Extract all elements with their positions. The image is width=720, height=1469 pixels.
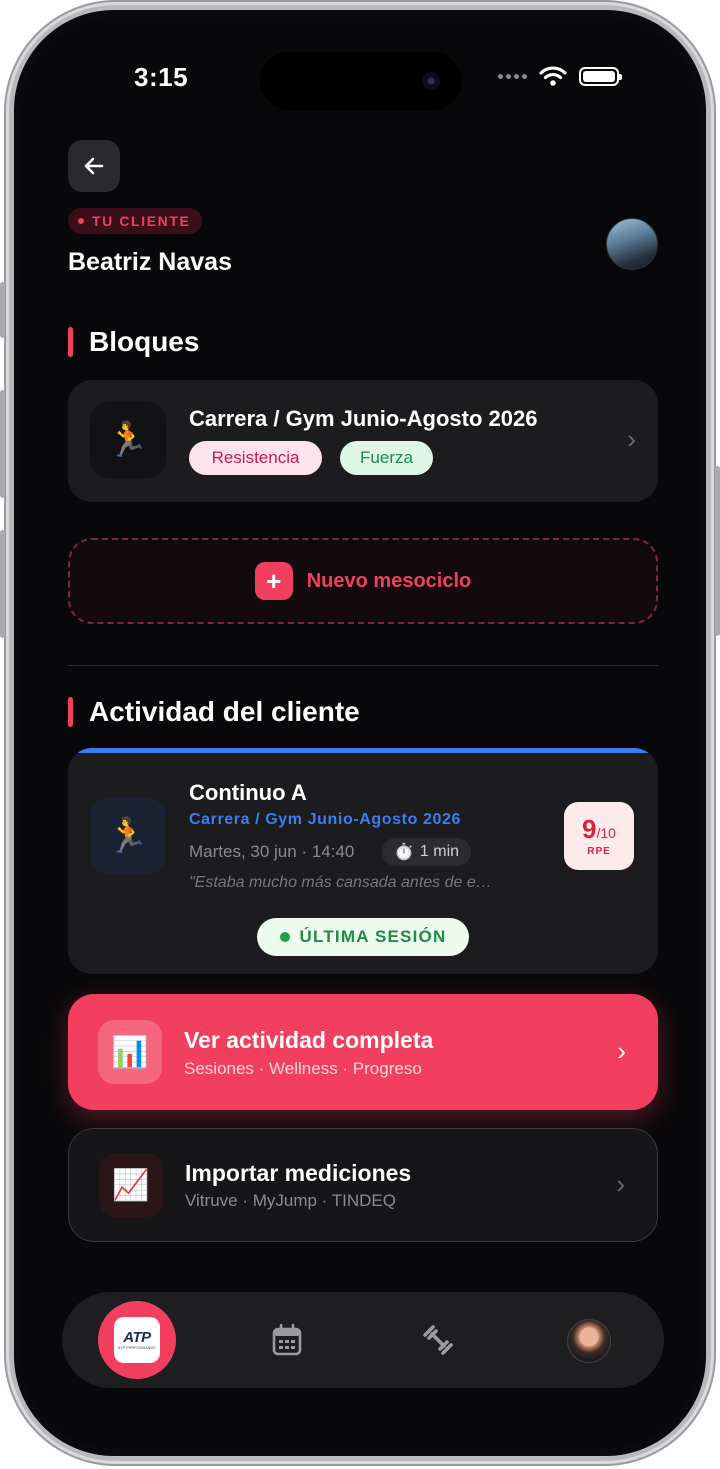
block-card[interactable]: 🏃 Carrera / Gym Junio-Agosto 2026 Resist…: [68, 380, 658, 502]
tab-workouts[interactable]: [420, 1322, 456, 1358]
status-icons: [498, 66, 622, 86]
client-name: Beatriz Navas: [68, 248, 232, 276]
section-title-label: Bloques: [89, 326, 200, 357]
signal-icon: [498, 73, 527, 79]
rpe-badge: 9/10 RPE: [564, 802, 634, 870]
tag-dot-icon: [78, 218, 84, 224]
camera-icon: [422, 72, 440, 90]
chevron-right-icon: ›: [617, 1036, 626, 1066]
wifi-icon: [539, 66, 567, 86]
runner-icon: 🏃: [90, 402, 166, 478]
new-mesocycle-button[interactable]: + Nuevo mesociclo: [68, 538, 658, 624]
side-button-power: [715, 466, 720, 636]
session-block-name: Carrera / Gym Junio-Agosto 2026: [189, 811, 462, 828]
import-measurements-button[interactable]: 📈 Importar mediciones Vitruve · MyJump ·…: [68, 1128, 658, 1242]
last-session-badge: ÚLTIMA SESIÓN: [257, 918, 469, 956]
chevron-right-icon: ›: [616, 1169, 625, 1199]
view-all-activity-button[interactable]: 📊 Ver actividad completa Sesiones · Well…: [68, 994, 658, 1110]
dynamic-island: [260, 52, 462, 110]
side-button-mute: [0, 282, 5, 338]
duration-value: 1 min: [419, 843, 460, 860]
runner-icon: 🏃: [90, 798, 166, 874]
dumbbell-icon: [423, 1325, 453, 1355]
session-note: "Estaba mucho más cansada antes de e…: [189, 874, 492, 891]
card-accent-line: [68, 748, 658, 753]
client-avatar[interactable]: [606, 218, 658, 270]
section-title-actividad: Actividad del cliente: [68, 696, 360, 728]
status-time: 3:15: [134, 62, 189, 92]
trend-chart-icon: 📈: [99, 1153, 163, 1217]
last-session-label: ÚLTIMA SESIÓN: [299, 927, 447, 946]
last-session-card[interactable]: 🏃 Continuo A Carrera / Gym Junio-Agosto …: [68, 748, 658, 974]
section-accent-bar: [68, 697, 73, 727]
battery-icon: [579, 66, 622, 86]
section-accent-bar: [68, 327, 73, 357]
side-button-volume-down: [0, 530, 5, 638]
duration-chip: ⏱️ 1 min: [382, 838, 472, 866]
app-screen: 3:15 TU CLIENTE Beatriz Navas Bloques 🏃 …: [22, 18, 698, 1448]
session-title: Continuo A: [189, 780, 307, 805]
tag-resistencia: Resistencia: [189, 441, 322, 475]
tag-fuerza: Fuerza: [340, 441, 433, 475]
section-title-label: Actividad del cliente: [89, 696, 360, 727]
calendar-icon: [272, 1324, 302, 1356]
session-date: Martes, 30 jun · 14:40: [189, 842, 355, 861]
view-all-title: Ver actividad completa: [184, 1027, 434, 1053]
atp-logo-icon: ATP ATP PERFORMANCE: [114, 1317, 160, 1363]
status-dot-icon: [279, 932, 290, 942]
block-title: Carrera / Gym Junio-Agosto 2026: [189, 406, 538, 431]
client-tag-label: TU CLIENTE: [92, 213, 191, 229]
tab-bar: ATP ATP PERFORMANCE: [62, 1292, 664, 1388]
plus-icon: +: [254, 562, 293, 600]
tab-home[interactable]: ATP ATP PERFORMANCE: [98, 1301, 176, 1379]
bar-chart-icon: 📊: [98, 1020, 162, 1084]
import-title: Importar mediciones: [185, 1160, 412, 1186]
section-title-bloques: Bloques: [68, 326, 199, 358]
new-mesocycle-label: Nuevo mesociclo: [306, 569, 472, 592]
chevron-right-icon: ›: [627, 424, 636, 454]
client-tag: TU CLIENTE: [68, 208, 203, 234]
rpe-value: 9: [582, 813, 597, 844]
tab-profile-avatar[interactable]: [567, 1319, 611, 1363]
section-divider: [68, 665, 658, 666]
side-button-volume-up: [0, 390, 5, 498]
back-button[interactable]: [68, 140, 120, 192]
view-all-subtitle: Sesiones · Wellness · Progreso: [184, 1059, 422, 1078]
rpe-max: /10: [596, 824, 616, 841]
tab-calendar[interactable]: [269, 1322, 305, 1358]
stopwatch-icon: ⏱️: [394, 844, 414, 861]
rpe-label: RPE: [587, 845, 611, 857]
arrow-left-icon: [84, 157, 104, 175]
import-subtitle: Vitruve · MyJump · TINDEQ: [185, 1191, 396, 1210]
